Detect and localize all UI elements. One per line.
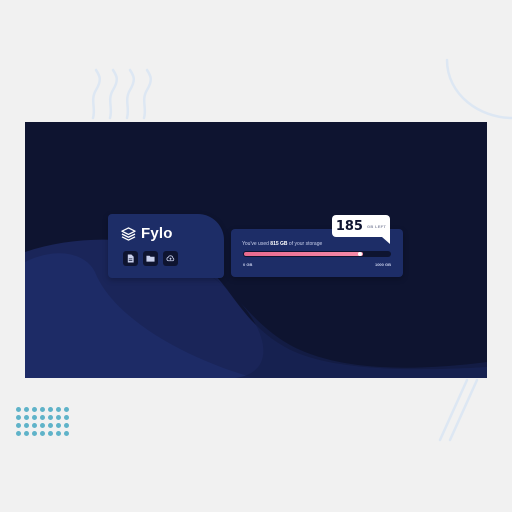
- range-min-label: 0 GB: [243, 262, 253, 267]
- brand-name: Fylo: [141, 225, 173, 242]
- usage-text: You've used 815 GB of your storage: [242, 241, 322, 247]
- used-amount: 815 GB: [270, 241, 288, 247]
- layers-logo-icon: [121, 226, 136, 241]
- storage-left-bubble: 185 GB LEFT: [332, 215, 390, 244]
- remaining-number: 185: [335, 218, 363, 234]
- cloud-upload-icon: [166, 255, 175, 262]
- progress-knob: [358, 252, 362, 256]
- document-button[interactable]: [123, 251, 138, 266]
- bubble-tail: [382, 237, 390, 244]
- usage-prefix: You've used: [242, 241, 271, 247]
- brand: Fylo: [121, 225, 173, 242]
- logo-card: Fylo: [108, 214, 224, 278]
- document-icon: [127, 254, 134, 263]
- usage-suffix: of your storage: [287, 241, 323, 247]
- folder-icon: [146, 255, 155, 262]
- range-max-label: 1000 GB: [374, 262, 391, 267]
- dot-grid-decoration: [16, 407, 69, 436]
- remaining-unit: GB LEFT: [366, 223, 387, 229]
- storage-progress-track: [243, 251, 391, 257]
- upload-button[interactable]: [163, 251, 178, 266]
- toolbar-buttons: [123, 251, 178, 266]
- folder-button[interactable]: [143, 251, 158, 266]
- storage-progress-fill: [244, 252, 363, 256]
- app-screenshot-frame: Fylo You've used 815 GB of your storage …: [25, 122, 487, 378]
